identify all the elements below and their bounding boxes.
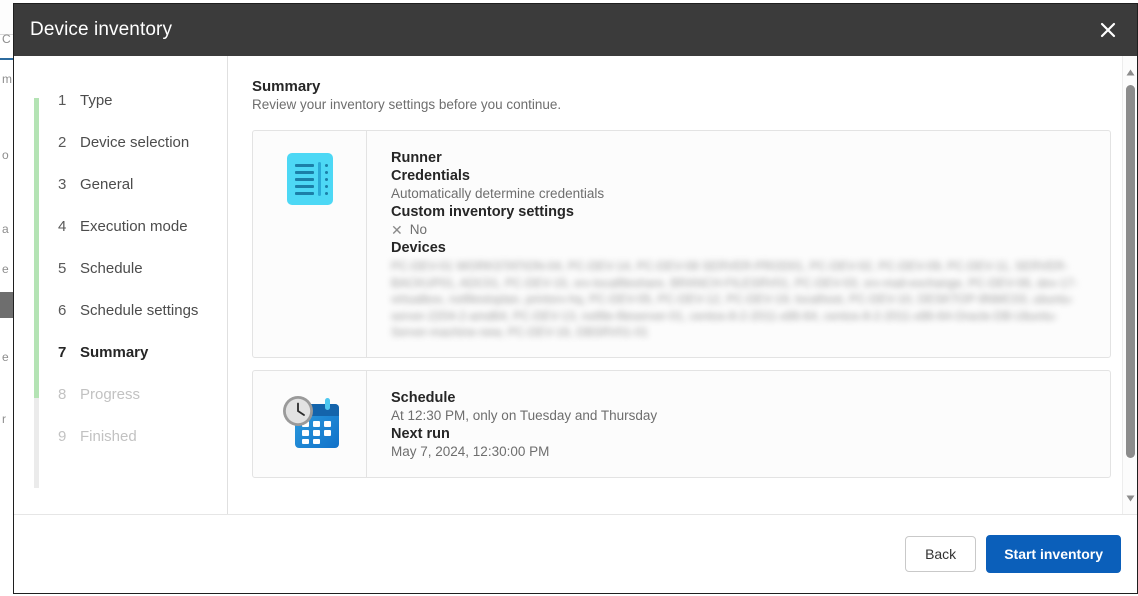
start-inventory-button[interactable]: Start inventory	[986, 535, 1121, 573]
background-window-topbar	[0, 0, 14, 35]
step-label: Summary	[80, 344, 149, 361]
field-label-devices: Devices	[391, 240, 446, 256]
step-label: Execution mode	[80, 218, 188, 235]
dialog-body: 1 Type 2 Device selection 3 General 4 Ex…	[14, 56, 1137, 514]
step-number: 1	[58, 92, 67, 109]
step-number: 5	[58, 260, 67, 277]
step-number: 3	[58, 176, 67, 193]
wizard-sidebar: 1 Type 2 Device selection 3 General 4 Ex…	[14, 56, 228, 514]
sidebar-item-execution-mode[interactable]: 4 Execution mode	[14, 218, 227, 260]
step-label: Device selection	[80, 134, 190, 151]
schedule-card-body: Schedule At 12:30 PM, only on Tuesday an…	[367, 371, 1110, 477]
calendar-clock-icon	[282, 395, 339, 448]
summary-panel: Summary Review your inventory settings b…	[228, 56, 1137, 514]
step-number: 4	[58, 218, 67, 235]
scrollbar-down-button[interactable]	[1123, 490, 1137, 506]
field-value-credentials: Automatically determine credentials	[391, 186, 605, 201]
field-label-schedule: Schedule	[391, 389, 456, 406]
step-label: Progress	[80, 386, 141, 403]
step-number: 2	[58, 134, 67, 151]
field-value-devices-redacted: PC-DEV-01 WORKSTATION-04, PC-DEV-14, PC-…	[391, 259, 1078, 339]
runner-document-icon	[286, 153, 333, 205]
sidebar-item-progress: 8 Progress	[14, 386, 227, 428]
scroll-down-arrow-icon	[1126, 495, 1134, 501]
background-window-selected-row	[0, 292, 14, 318]
field-label-custom-inventory-settings: Custom inventory settings	[391, 204, 574, 220]
step-label: Type	[80, 92, 113, 109]
field-value-text: No	[409, 222, 427, 237]
step-number: 7	[58, 344, 67, 361]
step-label: Schedule	[80, 260, 143, 277]
sidebar-item-schedule[interactable]: 5 Schedule	[14, 260, 227, 302]
page-title: Summary	[252, 78, 321, 95]
step-number: 8	[58, 386, 67, 403]
screen: C m o a e e r Device inventory 1 Type 2 …	[0, 0, 1138, 596]
step-label: General	[80, 176, 134, 193]
content-scrollbar[interactable]	[1122, 56, 1137, 514]
sidebar-item-schedule-settings[interactable]: 6 Schedule settings	[14, 302, 227, 344]
field-value-next-run: May 7, 2024, 12:30:00 PM	[391, 443, 550, 459]
dialog-footer: Back Start inventory	[14, 514, 1137, 593]
background-window: C m o a e e r	[0, 0, 14, 596]
dialog-title: Device inventory	[30, 19, 173, 40]
step-number: 9	[58, 428, 67, 445]
step-label: Finished	[80, 428, 137, 445]
sidebar-item-summary[interactable]: 7 Summary	[14, 344, 227, 386]
sidebar-item-general[interactable]: 3 General	[14, 176, 227, 218]
field-label-next-run: Next run	[391, 425, 450, 442]
device-inventory-dialog: Device inventory 1 Type 2 Device selecti…	[13, 3, 1138, 594]
background-text-fragment: e	[2, 262, 9, 276]
dialog-titlebar: Device inventory	[14, 4, 1137, 56]
background-text-fragment: r	[2, 412, 6, 426]
runner-card-body: Runner Credentials Automatically determi…	[367, 131, 1110, 357]
field-label-credentials: Credentials	[391, 168, 470, 184]
step-label: Schedule settings	[80, 302, 199, 319]
background-text-fragment: m	[2, 72, 12, 86]
scroll-up-arrow-icon	[1126, 69, 1134, 75]
background-window-tabline	[0, 58, 14, 60]
sidebar-item-device-selection[interactable]: 2 Device selection	[14, 134, 227, 176]
sidebar-item-finished: 9 Finished	[14, 428, 227, 470]
schedule-card-icon-panel	[253, 370, 367, 477]
background-text-fragment: o	[2, 148, 9, 162]
cross-icon: ✕	[391, 222, 403, 238]
scrollbar-up-button[interactable]	[1123, 64, 1137, 80]
close-button[interactable]	[1079, 4, 1137, 56]
background-text-fragment: C	[2, 32, 11, 46]
page-subtitle: Review your inventory settings before yo…	[252, 97, 562, 112]
wizard-step-list: 1 Type 2 Device selection 3 General 4 Ex…	[14, 92, 227, 470]
field-value-schedule: At 12:30 PM, only on Tuesday and Thursda…	[391, 407, 658, 423]
background-text-fragment: a	[2, 222, 9, 236]
scrollbar-thumb[interactable]	[1126, 85, 1135, 458]
field-label-runner: Runner	[391, 150, 442, 166]
close-icon	[1100, 22, 1116, 38]
field-value-custom-inventory-settings: ✕ No	[391, 221, 1092, 239]
step-number: 6	[58, 302, 67, 319]
runner-summary-card: Runner Credentials Automatically determi…	[252, 130, 1111, 358]
background-text-fragment: e	[2, 350, 9, 364]
sidebar-item-type[interactable]: 1 Type	[14, 92, 227, 134]
runner-card-icon-panel	[253, 131, 367, 357]
schedule-summary-card: Schedule At 12:30 PM, only on Tuesday an…	[252, 369, 1111, 478]
back-button[interactable]: Back	[905, 536, 977, 572]
